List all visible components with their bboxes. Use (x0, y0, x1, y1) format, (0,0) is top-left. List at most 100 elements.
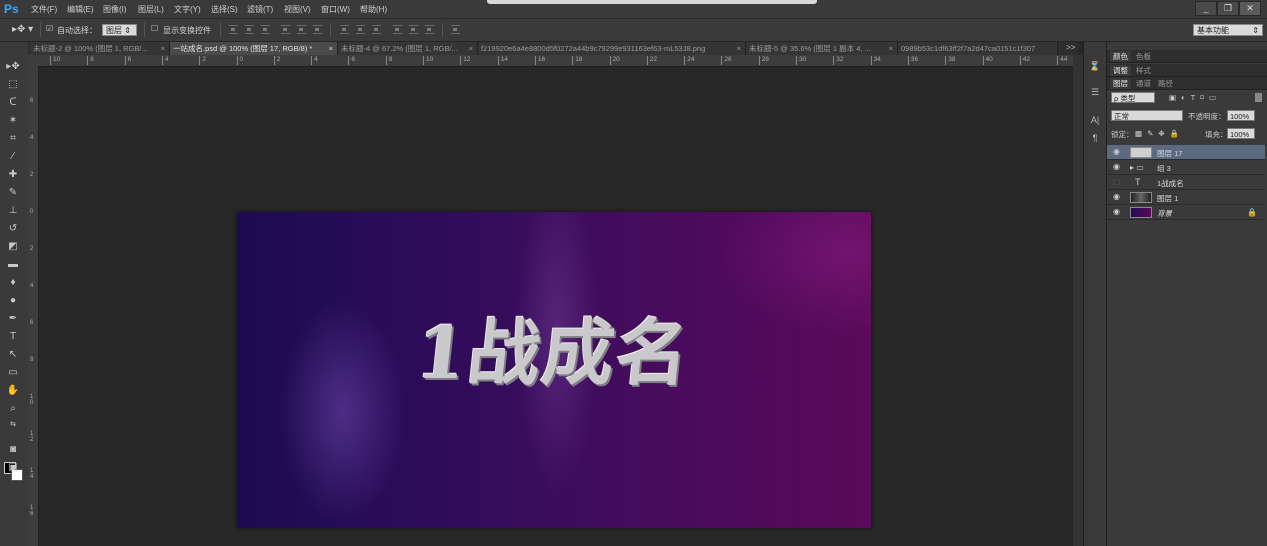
align-top-icon[interactable] (229, 25, 238, 34)
visibility-eye-icon[interactable]: ◉ (1113, 148, 1121, 156)
path-selection-tool-icon[interactable]: ↖ (6, 348, 20, 362)
move-tool-preset-icon[interactable]: ▸✥ ▾ (12, 24, 33, 35)
doc-tab[interactable]: f219920e6a4e8800d5f0272a44b9c79299e93116… (478, 42, 746, 55)
filter-toggle-icon[interactable] (1255, 93, 1262, 102)
layer-filter-dropdown[interactable]: ρ 类型 (1111, 92, 1155, 103)
swap-colors-icon[interactable]: ⇆ (6, 418, 20, 432)
distribute-bottom-icon[interactable] (372, 25, 381, 34)
visibility-eye-icon[interactable]: ◉ (1113, 208, 1121, 216)
restore-button[interactable]: ❐ (1217, 1, 1239, 16)
paragraph-panel-icon[interactable]: ¶ (1089, 132, 1101, 144)
doc-tab[interactable]: 未标题-2 @ 100% (图层 1, RGB/... × (30, 42, 170, 55)
layer-row[interactable]: ◉ 背景 🔒 (1107, 205, 1265, 220)
history-panel-icon[interactable]: ⌛ (1089, 60, 1101, 72)
align-right-icon[interactable] (313, 25, 322, 34)
layer-row[interactable]: ◉ 图层 1 (1107, 190, 1265, 205)
auto-select-checkbox[interactable]: ☑ (46, 24, 53, 33)
align-bottom-icon[interactable] (261, 25, 270, 34)
doc-tab[interactable]: 未标题-4 @ 67.2% (图层 1, RGB/... × (338, 42, 478, 55)
ruler-tick-label: 2 (30, 246, 34, 252)
distribute-vcenter-icon[interactable] (356, 25, 365, 34)
move-tool-icon[interactable]: ▸✥ (6, 60, 20, 74)
dodge-tool-icon[interactable]: ● (6, 294, 20, 308)
menu-layer[interactable]: 图层(L) (138, 4, 164, 15)
fill-input[interactable]: 100% (1227, 128, 1255, 139)
hand-tool-icon[interactable]: ✋ (6, 384, 20, 398)
distribute-top-icon[interactable] (340, 25, 349, 34)
doc-tab[interactable]: 未标题-5 @ 35.6% (图层 1 副本 4, ... × (746, 42, 898, 55)
magic-wand-tool-icon[interactable]: ✶ (6, 114, 20, 128)
blend-mode-dropdown[interactable]: 正常 (1111, 110, 1183, 121)
blur-tool-icon[interactable]: ♦ (6, 276, 20, 290)
marquee-tool-icon[interactable]: ⬚ (6, 78, 20, 92)
doc-tab[interactable]: 0989b53c1df63ff2f7a2d47ca0151c1f307 (898, 42, 1058, 55)
align-vcenter-icon[interactable] (245, 25, 254, 34)
menu-filter[interactable]: 滤镜(T) (247, 4, 273, 15)
menu-window[interactable]: 窗口(W) (321, 4, 350, 15)
minimize-button[interactable]: _ (1195, 1, 1217, 16)
close-icon[interactable]: × (161, 42, 165, 55)
menu-image[interactable]: 图像(I) (103, 4, 127, 15)
align-left-icon[interactable] (281, 25, 290, 34)
lock-icons[interactable]: ▩✎✥🔒 (1135, 129, 1184, 138)
tab-channels[interactable]: 通道 (1136, 78, 1151, 89)
visibility-eye-icon[interactable]: ◉ (1113, 163, 1121, 171)
lasso-tool-icon[interactable]: ᑕ (6, 96, 20, 110)
distribute-left-icon[interactable] (393, 25, 402, 34)
close-icon[interactable]: × (889, 42, 893, 55)
crop-tool-icon[interactable]: ⌗ (6, 132, 20, 146)
menu-help[interactable]: 帮助(H) (360, 4, 387, 15)
distribute-right-icon[interactable] (425, 25, 434, 34)
align-hcenter-icon[interactable] (297, 25, 306, 34)
ruler-tick-label: 1 2 (30, 431, 34, 443)
pen-tool-icon[interactable]: ✒ (6, 312, 20, 326)
close-icon[interactable]: × (737, 42, 741, 55)
tab-swatches[interactable]: 色板 (1136, 51, 1151, 62)
visibility-eye-hidden-icon[interactable]: ▢ (1113, 178, 1121, 186)
zoom-tool-icon[interactable]: ⌕ (6, 402, 20, 416)
tab-adjustments[interactable]: 调整 (1110, 65, 1131, 76)
tab-paths[interactable]: 路径 (1158, 78, 1173, 89)
layer-row[interactable]: ▢ T 1战成名 (1107, 175, 1265, 190)
workspace-dropdown[interactable]: 基本功能 ⇕ (1193, 24, 1263, 36)
history-brush-tool-icon[interactable]: ↺ (6, 222, 20, 236)
auto-select-dropdown[interactable]: 图层 ⇕ (102, 24, 137, 36)
close-icon[interactable]: × (329, 42, 333, 55)
layer-row[interactable]: ◉ ▸ ▭ 组 3 (1107, 160, 1265, 175)
tabs-overflow-button[interactable]: >> (1066, 43, 1075, 52)
gradient-tool-icon[interactable]: ▬ (6, 258, 20, 272)
vertical-scroll-track[interactable] (1073, 55, 1083, 546)
type-tool-icon[interactable]: T (6, 330, 20, 344)
doc-tab-active[interactable]: 一站成名.psd @ 100% (图层 17, RGB/8) * × (170, 42, 338, 55)
document-canvas[interactable]: 1战成名 (237, 212, 871, 528)
eyedropper-tool-icon[interactable]: ⁄ (6, 150, 20, 164)
layer-row[interactable]: ◉ 图层 17 (1107, 145, 1265, 160)
character-panel-icon[interactable]: A| (1089, 114, 1101, 126)
distribute-hcenter-icon[interactable] (409, 25, 418, 34)
group-folder-icon[interactable]: ▸ ▭ (1130, 163, 1144, 172)
screen-mode-icon[interactable]: ▣ (6, 461, 20, 475)
close-window-button[interactable]: ✕ (1239, 1, 1261, 16)
opacity-input[interactable]: 100% (1227, 110, 1255, 121)
tab-color[interactable]: 颜色 (1110, 51, 1131, 62)
menu-file[interactable]: 文件(F) (31, 4, 57, 15)
doc-tab-label: 未标题-4 @ 67.2% (图层 1, RGB/... (341, 44, 458, 53)
clone-stamp-tool-icon[interactable]: ⊥ (6, 204, 20, 218)
menu-type[interactable]: 文字(Y) (174, 4, 201, 15)
visibility-eye-icon[interactable]: ◉ (1113, 193, 1121, 201)
tab-layers[interactable]: 图层 (1110, 78, 1131, 89)
show-transform-checkbox[interactable]: ☐ (151, 24, 158, 33)
tab-styles[interactable]: 样式 (1136, 65, 1151, 76)
brush-tool-icon[interactable]: ✎ (6, 186, 20, 200)
healing-brush-tool-icon[interactable]: ✚ (6, 168, 20, 182)
auto-align-icon[interactable] (451, 25, 460, 34)
layer-filter-icons[interactable]: ▣◐T⌑▭ (1169, 93, 1221, 102)
menu-select[interactable]: 选择(S) (211, 4, 238, 15)
rectangle-tool-icon[interactable]: ▭ (6, 366, 20, 380)
quick-mask-icon[interactable]: ◙ (6, 443, 20, 457)
menu-view[interactable]: 视图(V) (284, 4, 311, 15)
close-icon[interactable]: × (469, 42, 473, 55)
menu-edit[interactable]: 编辑(E) (67, 4, 94, 15)
properties-panel-icon[interactable]: ☰ (1089, 86, 1101, 98)
eraser-tool-icon[interactable]: ◩ (6, 240, 20, 254)
